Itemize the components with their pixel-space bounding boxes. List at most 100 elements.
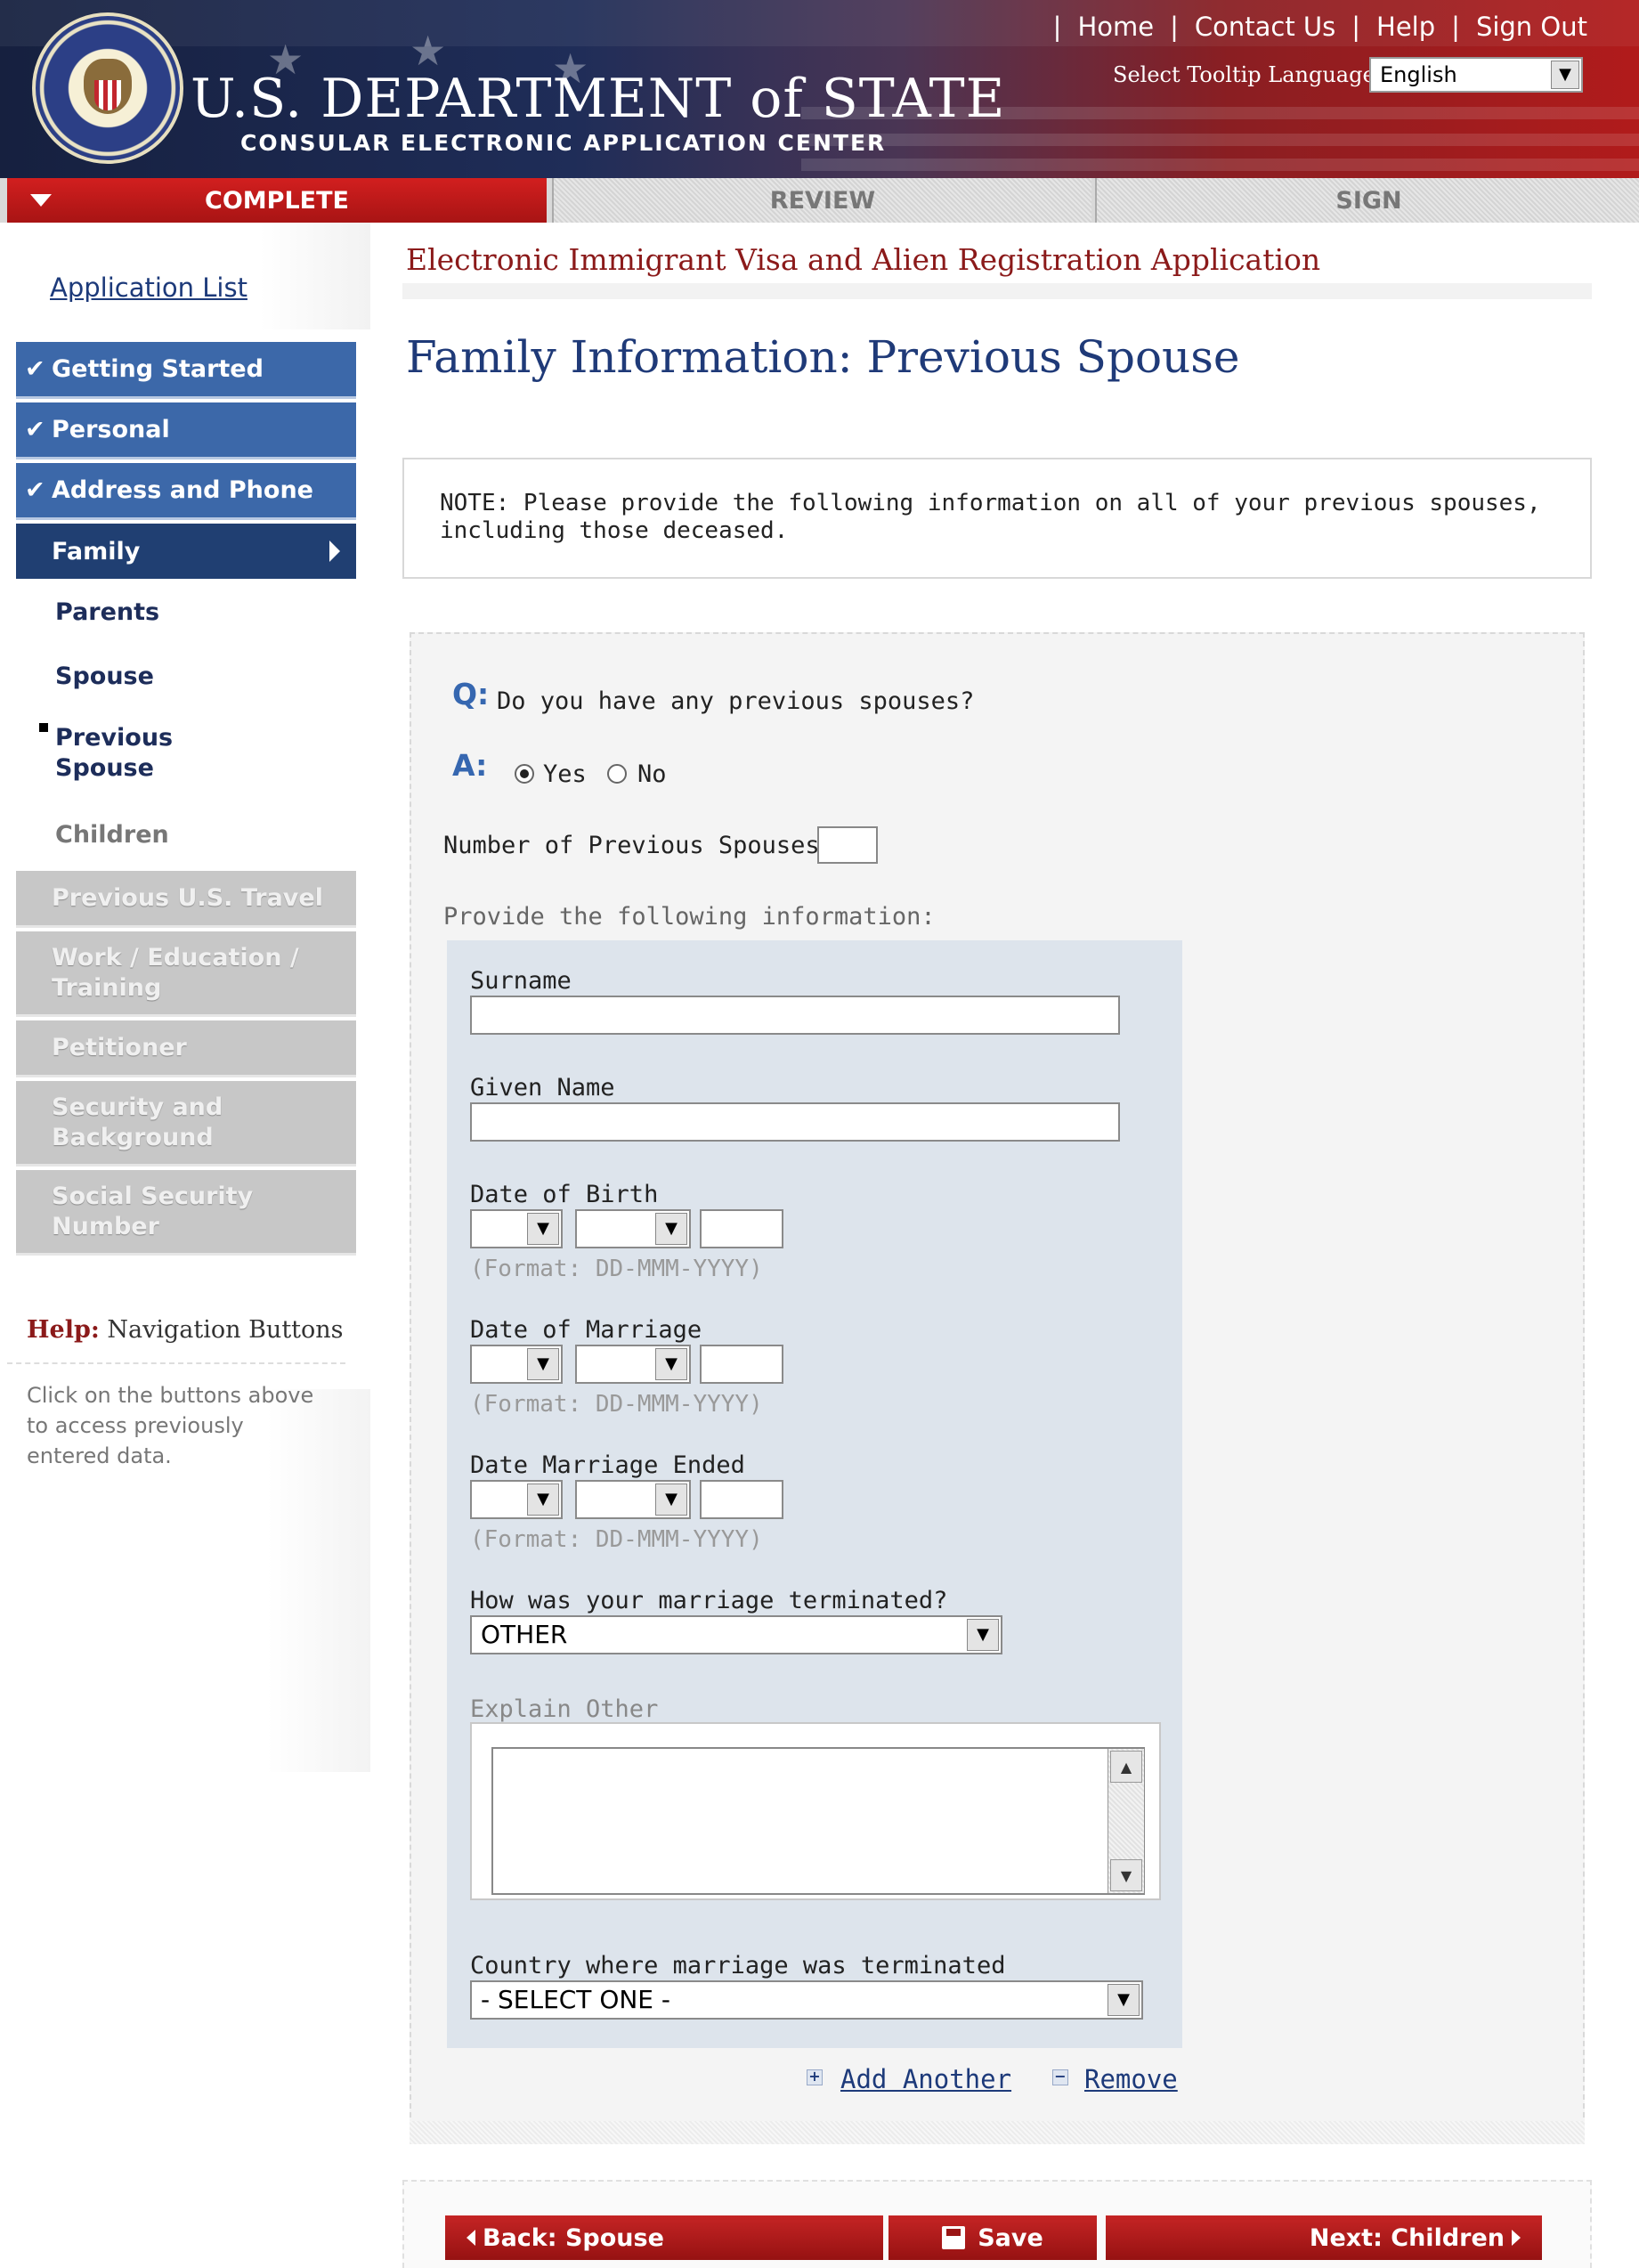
chevron-down-icon[interactable]: ▼: [967, 1619, 999, 1651]
sidebar-item-address-and-phone[interactable]: ✔ Address and Phone: [16, 463, 356, 520]
arrow-right-icon: [329, 541, 340, 562]
dme-year-input[interactable]: [700, 1480, 783, 1519]
sidebar-item-label: Previous U.S. Travel: [52, 884, 323, 912]
dob-day-select[interactable]: ▼: [470, 1209, 563, 1248]
sidebar-item-getting-started[interactable]: ✔ Getting Started: [16, 342, 356, 399]
country-terminated-value: - SELECT ONE -: [481, 1985, 670, 2014]
termination-select[interactable]: OTHER ▼: [470, 1615, 1002, 1654]
dme-month-select[interactable]: ▼: [575, 1480, 691, 1519]
sidebar-item-label: Previous Spouse: [55, 724, 174, 782]
sidebar-item-label: Spouse: [55, 662, 154, 690]
next-button[interactable]: Next: Children: [1106, 2215, 1542, 2260]
sidebar-item-label: Petitioner: [52, 1034, 187, 1061]
chevron-down-icon[interactable]: ▼: [655, 1348, 687, 1380]
sidebar-item-label: Personal: [52, 416, 170, 443]
date-marriage-ended-label: Date Marriage Ended: [470, 1451, 745, 1479]
step-complete-label: COMPLETE: [205, 186, 349, 215]
help-title: Help: Navigation Buttons: [27, 1316, 344, 1344]
application-heading: Electronic Immigrant Visa and Alien Regi…: [406, 242, 1321, 277]
home-link[interactable]: Home: [1077, 12, 1154, 42]
explain-other-textarea[interactable]: [491, 1747, 1145, 1895]
note-text: NOTE: Please provide the following infor…: [440, 490, 1541, 544]
no-label: No: [637, 760, 667, 788]
minus-icon[interactable]: −: [1052, 2069, 1068, 2085]
dme-day-select[interactable]: ▼: [470, 1480, 563, 1519]
sidebar-subitem-previous-spouse[interactable]: Previous Spouse: [16, 718, 230, 789]
chevron-down-icon[interactable]: ▼: [527, 1348, 559, 1380]
sidebar-item-petitioner: Petitioner: [16, 1020, 356, 1077]
country-terminated-select[interactable]: - SELECT ONE - ▼: [470, 1980, 1143, 2020]
step-review-label: REVIEW: [769, 186, 876, 215]
save-button-label: Save: [978, 2223, 1043, 2252]
chevron-down-icon[interactable]: ▼: [1108, 1984, 1140, 2016]
scroll-down-icon[interactable]: ▼: [1110, 1859, 1142, 1891]
tooltip-language-select[interactable]: English ▼: [1369, 57, 1583, 93]
tooltip-language-label: Select Tooltip Language:: [1113, 62, 1383, 87]
surname-input[interactable]: [470, 996, 1120, 1035]
help-title-text: Navigation Buttons: [107, 1316, 344, 1344]
sidebar-item-label: Address and Phone: [52, 476, 313, 504]
question-text: Do you have any previous spouses?: [497, 687, 975, 715]
step-bar: COMPLETE REVIEW SIGN: [0, 178, 1639, 223]
add-another-link[interactable]: Add Another: [840, 2064, 1011, 2094]
given-name-label: Given Name: [470, 1074, 615, 1101]
tooltip-language-value: English: [1380, 62, 1457, 87]
termination-label: How was your marriage terminated?: [470, 1587, 948, 1614]
chevron-down-icon[interactable]: ▼: [527, 1484, 559, 1516]
site-title: U.S. DEPARTMENT of STATE: [191, 68, 1006, 130]
chevron-down-icon[interactable]: ▼: [655, 1484, 687, 1516]
sidebar-item-personal[interactable]: ✔ Personal: [16, 402, 356, 459]
dom-year-input[interactable]: [700, 1345, 783, 1384]
sidebar-item-previous-us-travel: Previous U.S. Travel: [16, 871, 356, 928]
termination-value: OTHER: [481, 1620, 568, 1649]
back-button-label: Back: Spouse: [483, 2223, 664, 2252]
top-links: | Home | Contact Us | Help | Sign Out: [1052, 12, 1587, 42]
save-button[interactable]: Save: [888, 2215, 1097, 2260]
sidebar-item-social-security-number: Social Security Number: [16, 1170, 356, 1256]
dob-format-hint: (Format: DD-MMM-YYYY): [470, 1256, 763, 1282]
check-icon: ✔: [25, 416, 45, 443]
explain-scrollbar[interactable]: ▲ ▼: [1108, 1749, 1144, 1893]
given-name-input[interactable]: [470, 1102, 1120, 1142]
remove-link[interactable]: Remove: [1084, 2064, 1178, 2094]
sidebar-item-label: Work / Education / Training: [52, 943, 299, 1002]
back-button[interactable]: Back: Spouse: [445, 2215, 883, 2260]
step-complete-tab[interactable]: COMPLETE: [7, 178, 547, 223]
help-link[interactable]: Help: [1376, 12, 1435, 42]
chevron-down-icon[interactable]: ▼: [1551, 61, 1579, 89]
number-of-previous-spouses-input[interactable]: [817, 826, 878, 864]
help-text: Click on the buttons above to access pre…: [27, 1383, 314, 1468]
floppy-disk-icon: [942, 2226, 966, 2249]
chevron-down-icon[interactable]: ▼: [527, 1213, 559, 1245]
check-icon: ✔: [25, 355, 45, 383]
answer-marker: A:: [452, 748, 488, 783]
previous-spouse-yes-radio[interactable]: [515, 764, 534, 784]
chevron-down-icon[interactable]: ▼: [655, 1213, 687, 1245]
sidebar-subitem-spouse[interactable]: Spouse: [16, 652, 356, 700]
scroll-up-icon[interactable]: ▲: [1110, 1751, 1142, 1783]
sidebar-item-label: Getting Started: [52, 355, 264, 383]
form-panel-footer: [410, 2121, 1585, 2144]
heading-divider: [402, 283, 1592, 299]
next-button-label: Next: Children: [1309, 2223, 1505, 2252]
sidebar-item-work-education-training: Work / Education / Training: [16, 931, 356, 1017]
dob-year-input[interactable]: [700, 1209, 783, 1248]
sidebar-item-security-and-background: Security and Background: [16, 1081, 356, 1167]
dom-day-select[interactable]: ▼: [470, 1345, 563, 1384]
contact-us-link[interactable]: Contact Us: [1195, 12, 1335, 42]
sidebar-subitem-children[interactable]: Children: [16, 810, 356, 858]
step-review-tab[interactable]: REVIEW: [552, 178, 1091, 223]
sidebar-subitem-parents[interactable]: Parents: [16, 588, 356, 636]
plus-icon[interactable]: +: [807, 2069, 823, 2085]
step-sign-tab[interactable]: SIGN: [1095, 178, 1639, 223]
sidebar-item-label: Children: [55, 820, 169, 849]
sidebar-item-family[interactable]: Family: [16, 524, 356, 579]
dob-month-select[interactable]: ▼: [575, 1209, 691, 1248]
sign-out-link[interactable]: Sign Out: [1476, 12, 1587, 42]
provide-info-label: Provide the following information:: [443, 903, 936, 931]
help-divider: [7, 1362, 345, 1364]
application-list-link[interactable]: Application List: [50, 272, 247, 303]
department-seal-icon: [32, 12, 183, 164]
previous-spouse-no-radio[interactable]: [607, 764, 627, 784]
dom-month-select[interactable]: ▼: [575, 1345, 691, 1384]
